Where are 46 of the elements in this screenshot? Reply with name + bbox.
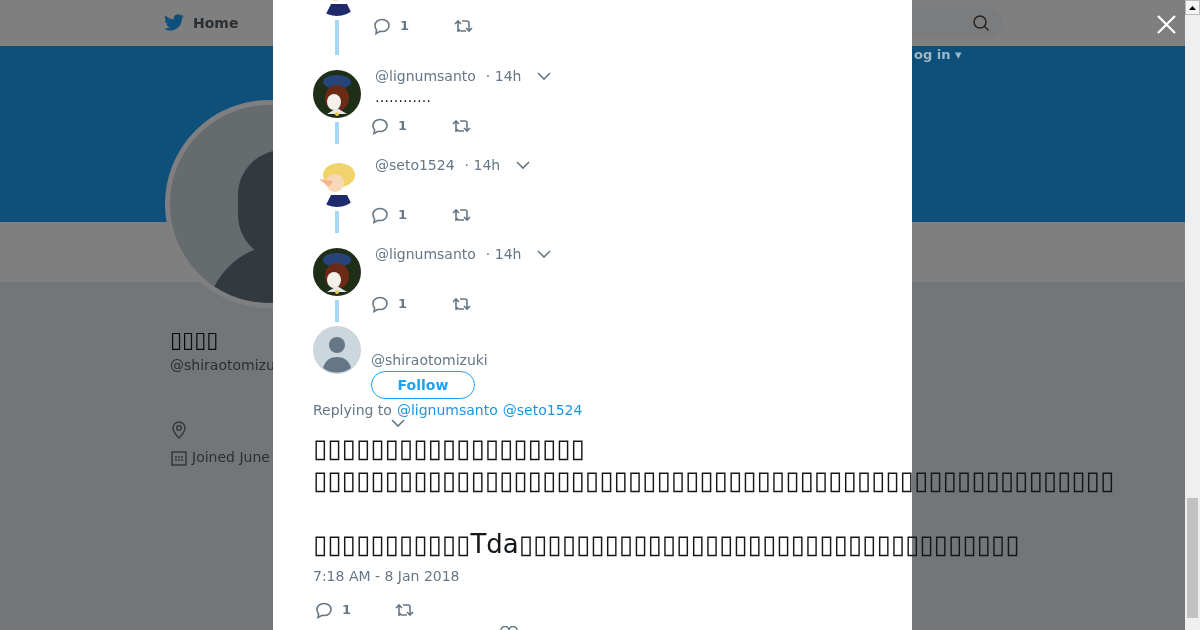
login-link[interactable]: og in ▾ [914,45,962,65]
calendar-icon [171,449,187,466]
retweet-icon[interactable] [452,295,472,312]
search-field[interactable] [912,8,1002,38]
username[interactable]: @lignumsanto [375,65,476,87]
profile-handle: @shiraotomizu [170,356,275,375]
reply-icon[interactable] [371,205,389,224]
mention-link[interactable]: @lignumsanto [396,401,498,419]
tweet-timestamp: 7:18 AM - 8 Jan 2018 [313,567,461,586]
retweet-icon[interactable] [452,206,472,223]
reply-count: 1 [400,17,410,35]
home-label: Home [193,13,239,33]
home-tab[interactable]: Home [163,12,239,34]
avatar-icon [313,326,361,374]
reply-count: 1 [398,295,408,313]
search-icon[interactable] [972,14,990,32]
location-icon [171,421,187,439]
retweet-icon[interactable] [395,601,415,618]
username[interactable]: @lignumsanto [375,243,476,265]
tweet-time: · 14h [485,66,522,86]
reply-icon[interactable] [371,116,389,135]
username[interactable]: @seto1524 [375,154,455,176]
tweet-time: · 14h [464,155,501,175]
close-icon[interactable] [1157,15,1176,34]
bird-icon [163,14,185,32]
profile-name: ▯▯▯▯ [170,326,219,354]
reply-icon[interactable] [373,16,391,35]
replying-label: Replying to [313,401,392,419]
reply-icon[interactable] [371,294,389,313]
chevron-down-icon[interactable] [516,160,531,170]
reply-count: 1 [398,117,408,135]
chevron-down-icon[interactable] [537,71,552,81]
reply-icon[interactable] [315,600,333,619]
scrollbar[interactable] [1185,15,1200,630]
retweet-icon[interactable] [452,117,472,134]
mention-link[interactable]: @seto1524 [502,401,583,419]
chevron-down-icon[interactable] [391,419,405,428]
reply-count: 1 [398,206,408,224]
retweet-icon[interactable] [454,17,474,34]
joined-date: Joined June [192,448,270,467]
tweet-text: ………… [375,88,432,107]
scroll-up-icon[interactable] [1185,0,1200,15]
tweet-time: · 14h [485,244,522,264]
reply-count: 1 [342,601,352,619]
username[interactable]: @shiraotomizuki [371,350,488,370]
chevron-down-icon[interactable] [537,249,552,259]
